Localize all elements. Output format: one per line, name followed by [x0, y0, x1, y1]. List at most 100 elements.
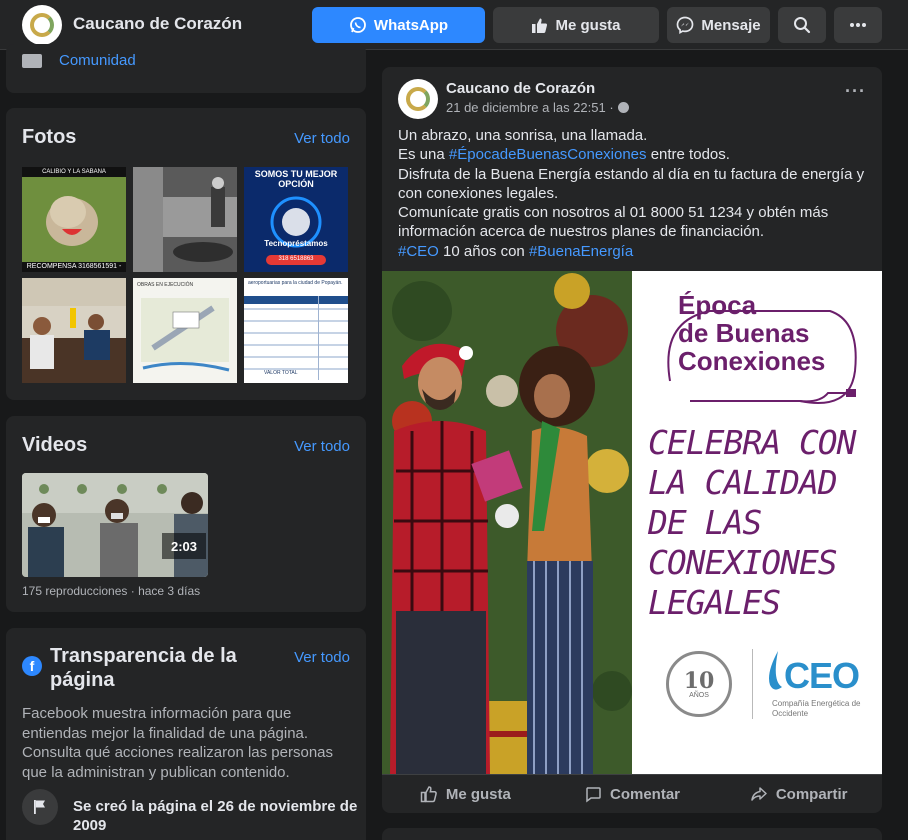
videos-card: Videos Ver todo 2:03 175 reproducciones …	[6, 416, 366, 612]
videos-see-all-link[interactable]: Ver todo	[294, 438, 350, 455]
like-post-label: Me gusta	[445, 785, 511, 803]
post-more-options-button[interactable]: ···	[845, 81, 866, 102]
post-author-name[interactable]: Caucano de Corazón	[446, 80, 595, 97]
campaign-panel: Época de Buenas Conexiones CELEBRA CON L…	[632, 271, 882, 774]
transparency-card: f Transparencia de la página Ver todo Fa…	[6, 628, 366, 840]
photos-heading: Fotos	[22, 126, 77, 148]
post-timestamp[interactable]: 21 de diciembre a las 22:51 ·	[446, 100, 629, 115]
more-dots-icon	[850, 23, 866, 27]
messenger-icon	[677, 16, 694, 34]
photo-caption-bottom: VALOR TOTAL	[264, 370, 298, 376]
hashtag-link[interactable]: #CEO	[398, 243, 439, 260]
water-drop-icon	[769, 651, 782, 690]
post-line: #CEO 10 años con #BuenaEnergía	[398, 242, 868, 261]
campaign-slogan: CELEBRA CON LA CALIDAD DE LAS CONEXIONES…	[648, 423, 878, 623]
thumbs-up-icon	[532, 18, 548, 33]
photo-caption-top: aeroportuarias para la ciudad de Popayán…	[248, 280, 343, 286]
anniversary-number: 10	[683, 667, 715, 694]
ceo-logo-text: CEO	[784, 655, 860, 696]
share-button[interactable]: Compartir	[715, 785, 882, 803]
photo-thumbnail[interactable]	[22, 278, 126, 383]
anniversary-logo: 10 AÑOS	[666, 651, 732, 717]
photo-caption-bottom: RECOMPENSA 3168561591 -	[26, 263, 122, 270]
post-text-segment: 10 años con	[438, 242, 529, 260]
video-thumbnail[interactable]: 2:03	[22, 473, 208, 577]
page-created-date: Se creó la página el 26 de noviembre de …	[73, 798, 358, 834]
comment-label: Comentar	[610, 785, 681, 803]
hashtag-link[interactable]: #ÉpocadeBuenasConexiones	[449, 146, 647, 163]
like-page-label: Me gusta	[555, 16, 621, 34]
campaign-title-line: de Buenas	[678, 318, 810, 348]
photo-thumbnail[interactable]	[133, 167, 237, 272]
next-post	[382, 828, 882, 840]
whatsapp-button[interactable]: WhatsApp	[312, 7, 485, 43]
message-button[interactable]: Mensaje	[667, 7, 770, 43]
post-line: con conexiones legales.	[398, 184, 559, 202]
campaign-title-line: Conexiones	[678, 346, 826, 376]
facebook-icon: f	[22, 656, 42, 676]
comment-icon	[586, 787, 601, 803]
page-avatar[interactable]	[22, 5, 62, 45]
couple-photo	[382, 271, 632, 774]
community-card: Comunidad	[6, 44, 366, 93]
photos-card: Fotos Ver todo CALIBIO Y LA SABANA RECOM…	[6, 108, 366, 400]
transparency-heading: Transparencia de la página	[50, 645, 237, 691]
like-post-button[interactable]: Me gusta	[382, 785, 549, 803]
whatsapp-label: WhatsApp	[373, 16, 449, 34]
folder-icon	[22, 54, 42, 68]
anniversary-years: AÑOS	[689, 691, 709, 699]
campaign-title-line: Época	[678, 290, 757, 320]
photo-caption-top: CALIBIO Y LA SABANA	[42, 169, 106, 175]
hashtag-link[interactable]: #BuenaEnergía	[529, 243, 633, 260]
slogan-line: LA CALIDAD	[648, 463, 838, 502]
transparency-description: Facebook muestra información para que en…	[22, 705, 334, 781]
comment-button[interactable]: Comentar	[549, 785, 716, 803]
photos-see-all-link[interactable]: Ver todo	[294, 130, 350, 147]
post-actions: Me gusta Comentar Compartir	[382, 774, 882, 813]
post-image[interactable]: Época de Buenas Conexiones CELEBRA CON L…	[382, 271, 882, 774]
more-options-button[interactable]	[834, 7, 882, 43]
post-line: Comunícate gratis con nosotros al 01 800…	[398, 204, 829, 222]
share-label: Compartir	[775, 785, 848, 803]
transparency-see-all-link[interactable]: Ver todo	[294, 649, 350, 666]
logo-divider	[752, 649, 753, 719]
message-label: Mensaje	[701, 16, 761, 34]
photo-caption-mid: Tecnopréstamos	[264, 239, 328, 248]
photo-thumbnail[interactable]: OBRAS EN EJECUCIÓN	[133, 278, 237, 383]
page-title[interactable]: Caucano de Corazón	[73, 14, 242, 34]
slogan-line: LEGALES	[648, 583, 781, 622]
post-text-segment: entre todos.	[646, 146, 730, 164]
community-link[interactable]: Comunidad	[59, 52, 136, 69]
photo-thumbnail[interactable]: SOMOS TU MEJOR OPCIÓN Tecnopréstamos 318…	[244, 167, 348, 272]
page-header-bar: Caucano de Corazón WhatsApp Me gusta Men…	[0, 0, 908, 50]
slogan-line: DE LAS	[648, 503, 762, 542]
post-author-avatar[interactable]	[398, 79, 438, 119]
photo-caption-top: SOMOS TU MEJOR OPCIÓN	[254, 169, 338, 189]
photo-thumbnail[interactable]: CALIBIO Y LA SABANA RECOMPENSA 316856159…	[22, 167, 126, 272]
video-duration: 2:03	[162, 533, 206, 559]
slogan-line: CELEBRA CON	[648, 423, 857, 462]
feed-post: Caucano de Corazón 21 de diciembre a las…	[382, 67, 882, 813]
photo-caption-top: OBRAS EN EJECUCIÓN	[137, 282, 194, 288]
post-date-text: 21 de diciembre a las 22:51 ·	[446, 100, 614, 115]
globe-icon	[617, 102, 629, 113]
post-line: Disfruta de la Buena Energía estando al …	[398, 165, 865, 183]
like-page-button[interactable]: Me gusta	[493, 7, 659, 43]
photo-caption-bottom: 318 6518863	[278, 256, 314, 262]
videos-heading: Videos	[22, 434, 88, 456]
photo-thumbnail[interactable]: aeroportuarias para la ciudad de Popayán…	[244, 278, 348, 383]
post-text-segment: Es una	[398, 146, 449, 164]
thumbs-up-icon	[420, 786, 437, 803]
post-line: Es una #ÉpocadeBuenasConexiones entre to…	[398, 145, 868, 164]
post-text: Un abrazo, una sonrisa, una llamada. Es …	[398, 126, 868, 261]
flag-icon	[22, 789, 58, 825]
whatsapp-icon	[350, 17, 366, 33]
post-line: Un abrazo, una sonrisa, una llamada.	[398, 127, 648, 144]
search-icon	[794, 17, 811, 34]
post-line: información acerca de nuestros planes de…	[398, 223, 765, 241]
search-button[interactable]	[778, 7, 826, 43]
slogan-line: CONEXIONES	[648, 543, 838, 582]
video-meta: 175 reproducciones · hace 3 días	[22, 584, 201, 598]
ceo-logo-subtitle: Compañía Energética de Occidente	[772, 699, 861, 718]
share-icon	[751, 787, 767, 801]
